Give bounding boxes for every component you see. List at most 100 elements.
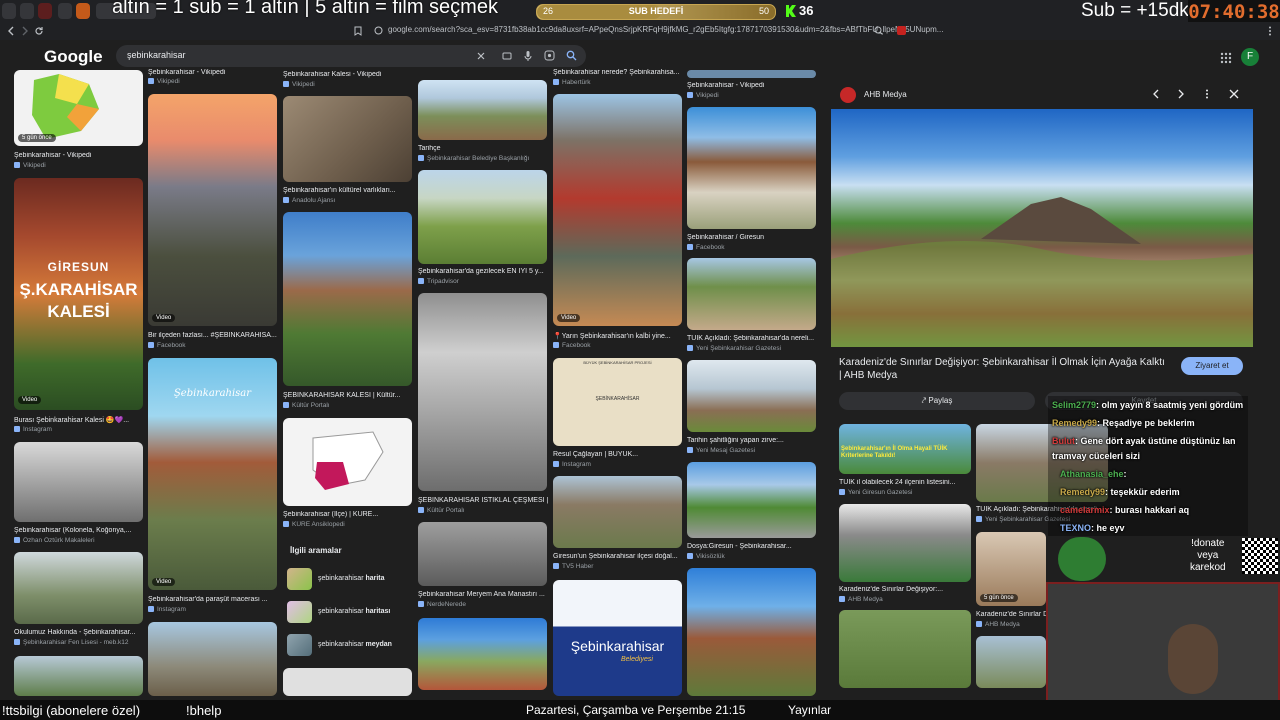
image-source[interactable]: Vikipedi: [687, 92, 817, 99]
image-caption[interactable]: Burası Şebinkarahisar Kalesi 🤩💜...: [14, 416, 144, 424]
image-source[interactable]: AHB Medya: [976, 621, 1046, 628]
image-caption[interactable]: Şebinkarahisar (Kolonela, Koğonya,...: [14, 527, 144, 534]
image-caption[interactable]: Bir ilçeden fazlası... #ŞEBİNKARAHİSA...: [148, 332, 278, 339]
image-caption[interactable]: Okulumuz Hakkında - Şebinkarahisar...: [14, 629, 144, 636]
tab-4[interactable]: [58, 3, 72, 19]
account-avatar[interactable]: F: [1241, 48, 1259, 66]
image-caption[interactable]: Şebinkarahisar'da paraşüt macerası ...: [148, 596, 278, 603]
image-caption[interactable]: Şebinkarahisar'ın kültürel varlıkları...: [283, 187, 413, 194]
forward-icon[interactable]: [20, 26, 30, 36]
related-image[interactable]: 5 gün önce: [976, 532, 1046, 606]
related-image[interactable]: [839, 610, 971, 688]
image-source[interactable]: Vikisözlük: [687, 553, 817, 560]
image-caption[interactable]: Şebinkarahisar'da gezilecek EN İYİ 5 y..…: [418, 268, 548, 275]
image-result[interactable]: [14, 656, 143, 696]
image-result[interactable]: [418, 293, 547, 491]
image-caption[interactable]: 📍Yarın Şebinkarahisar'ın kalbi yine...: [553, 332, 683, 340]
image-result[interactable]: [148, 622, 277, 696]
search-icon[interactable]: [566, 50, 577, 61]
image-caption[interactable]: Şebinkarahisar / Giresun: [687, 234, 817, 241]
image-result[interactable]: [14, 552, 143, 624]
google-logo[interactable]: Google: [44, 47, 103, 67]
search-input[interactable]: şebinkarahisar: [127, 50, 186, 60]
image-caption[interactable]: Giresun'un Şebinkarahisar ilçesi doğal..…: [553, 553, 683, 560]
image-result[interactable]: [687, 462, 816, 538]
image-caption[interactable]: Şebinkarahisar nerede? Şebinkarahisa...: [553, 69, 683, 76]
image-source[interactable]: Vikipedi: [14, 162, 144, 169]
image-source[interactable]: Kültür Portalı: [283, 402, 413, 409]
browser-menu-icon[interactable]: [1268, 26, 1272, 36]
image-caption[interactable]: ŞEBİNKARAHİSAR İSTİKLAL ÇEŞMESİ |...: [418, 497, 548, 504]
image-source[interactable]: Özhan Öztürk Makaleleri: [14, 537, 144, 544]
related-search-item[interactable]: şebinkarahisar harita: [318, 575, 385, 582]
image-source[interactable]: Habertürk: [553, 79, 683, 86]
panel-title[interactable]: Karadeniz'de Sınırlar Değişiyor: Şebinka…: [839, 356, 1169, 382]
related-search-item[interactable]: şebinkarahisar meydan: [318, 641, 392, 648]
image-source[interactable]: Instagram: [553, 461, 683, 468]
image-result[interactable]: 5 gün önce: [14, 70, 143, 146]
related-search-item[interactable]: şebinkarahisar haritası: [318, 608, 390, 615]
image-caption[interactable]: Tarihin şahitliğini yapan zirve:...: [687, 437, 817, 444]
image-result[interactable]: GİRESUN Ş.KARAHİSAR KALESİ Video: [14, 178, 143, 410]
bookmark-icon[interactable]: [354, 26, 362, 36]
preview-image[interactable]: [831, 109, 1253, 347]
image-caption[interactable]: Şebinkarahisar - Vikipedi: [687, 82, 817, 89]
image-source[interactable]: Anadolu Ajansı: [283, 197, 413, 204]
image-source[interactable]: Vikipedi: [283, 81, 413, 88]
image-source[interactable]: Facebook: [148, 342, 278, 349]
image-source[interactable]: NerdeNerede: [418, 601, 548, 608]
extension-icon[interactable]: [896, 25, 907, 36]
tab-3[interactable]: [38, 3, 52, 19]
tab-2[interactable]: [20, 3, 34, 19]
image-caption[interactable]: Dosya:Giresun - Şebinkarahisar...: [687, 543, 817, 550]
related-image[interactable]: [976, 636, 1046, 688]
image-result[interactable]: [283, 212, 412, 386]
share-button[interactable]: ⤤ Paylaş: [839, 392, 1035, 410]
image-caption[interactable]: ŞEBİNKARAHİSAR KALESİ | Kültür...: [283, 392, 413, 399]
image-caption[interactable]: Şebinkarahisar Meryem Ana Manastırı ...: [418, 591, 548, 598]
search-box[interactable]: [116, 45, 586, 67]
visit-button[interactable]: Ziyaret et: [1181, 357, 1243, 375]
keyboard-icon[interactable]: [502, 51, 512, 61]
next-image-icon[interactable]: [1176, 89, 1186, 99]
image-source[interactable]: Şebinkarahisar Belediye Başkanlığı: [418, 155, 548, 162]
image-source[interactable]: AHB Medya: [839, 596, 969, 603]
image-caption[interactable]: TÜİK Açıkladı: Şebinkarahisar'da nereli.…: [687, 335, 817, 342]
lens-icon[interactable]: [544, 50, 555, 61]
image-source[interactable]: Şebinkarahisar Fen Lisesi - meb.k12: [14, 639, 144, 646]
image-result[interactable]: [553, 476, 682, 548]
url-text[interactable]: google.com/search?sca_esv=8731fb38ab1cc9…: [388, 25, 943, 34]
image-source[interactable]: TV5 Haber: [553, 563, 683, 570]
image-result[interactable]: Şebinkarahisar Video: [148, 358, 277, 590]
tab-1[interactable]: [2, 3, 16, 19]
image-caption[interactable]: Karadeniz'de Sınırlar Değişiyor:...: [839, 586, 969, 593]
image-result[interactable]: [687, 70, 816, 78]
image-source[interactable]: KÜRE Ansiklopedi: [283, 521, 413, 528]
image-source[interactable]: Facebook: [553, 342, 683, 349]
clear-search-icon[interactable]: [476, 51, 486, 61]
apps-grid-icon[interactable]: [1220, 52, 1232, 64]
image-result[interactable]: [687, 107, 816, 229]
image-result[interactable]: [418, 170, 547, 264]
image-result[interactable]: [687, 568, 816, 696]
image-caption[interactable]: Resul Çağlayan | BÜYÜK...: [553, 451, 683, 458]
image-source[interactable]: Kültür Portalı: [418, 507, 548, 514]
image-source[interactable]: Facebook: [687, 244, 817, 251]
image-result[interactable]: BÜYÜK ŞEBİNKARAHİSAR PROJESİ ŞEBİNKARAHİ…: [553, 358, 682, 446]
panel-more-icon[interactable]: [1205, 89, 1209, 99]
zoom-icon[interactable]: [874, 26, 883, 35]
image-result[interactable]: Video: [553, 94, 682, 326]
reload-icon[interactable]: [34, 26, 44, 36]
image-result[interactable]: [283, 668, 412, 696]
related-image[interactable]: Şebinkarahisar'ın İl Olma Hayali TÜİK Kr…: [839, 424, 971, 474]
image-result[interactable]: [418, 522, 547, 586]
back-icon[interactable]: [6, 26, 16, 36]
previous-image-icon[interactable]: [1151, 89, 1161, 99]
image-result[interactable]: [418, 618, 547, 690]
site-info-icon[interactable]: [374, 26, 383, 35]
image-caption[interactable]: Tarihçe: [418, 145, 548, 152]
image-caption[interactable]: TÜİK il olabilecek 24 ilçenin listesini.…: [839, 479, 969, 486]
panel-source[interactable]: AHB Medya: [864, 90, 907, 99]
image-result[interactable]: [687, 258, 816, 330]
image-result[interactable]: [283, 96, 412, 182]
